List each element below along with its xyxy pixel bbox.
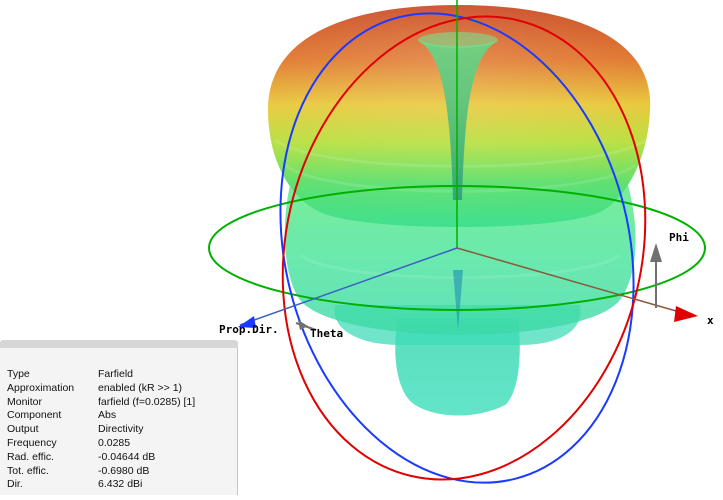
property-value: Abs [98, 409, 117, 422]
property-row: Output Directivity [7, 423, 195, 437]
property-row: Dir. 6.432 dBi [7, 478, 195, 492]
farfield-info-panel: Type Farfield Approximation enabled (kR … [0, 340, 238, 495]
info-panel-tab [0, 340, 238, 348]
farfield-properties-table: Type Farfield Approximation enabled (kR … [7, 368, 195, 492]
property-value: 0.0285 [98, 436, 131, 449]
property-name: Dir. [7, 478, 23, 491]
property-value: 6.432 dBi [98, 478, 143, 491]
theta-label: Theta [310, 327, 344, 340]
property-value: -0.6980 dB [98, 464, 150, 477]
theta-arrowhead [298, 320, 308, 330]
property-name: Monitor [7, 395, 43, 408]
property-row: Rad. effic. -0.04644 dB [7, 451, 195, 465]
property-name: Tot. effic. [7, 464, 49, 477]
property-name: Frequency [7, 436, 57, 449]
property-row: Frequency 0.0285 [7, 437, 195, 451]
property-name: Type [7, 368, 30, 380]
property-name: Output [7, 423, 39, 436]
property-row: Type Farfield [7, 368, 195, 382]
property-value: farfield (f=0.0285) [1] [98, 395, 196, 408]
property-row: Approximation enabled (kR >> 1) [7, 382, 195, 396]
property-value: Directivity [98, 423, 144, 436]
x-axis-label: x [707, 314, 714, 327]
property-name: Rad. effic. [7, 450, 55, 463]
property-value: -0.04644 dB [98, 450, 156, 463]
property-value: Farfield [98, 368, 134, 380]
phi-label: Phi [669, 231, 689, 244]
x-axis-arrowhead [674, 306, 698, 322]
property-name: Approximation [7, 381, 75, 394]
property-value: enabled (kR >> 1) [98, 381, 183, 394]
property-row: Tot. effic. -0.6980 dB [7, 465, 195, 479]
phi-arrowhead [650, 243, 662, 262]
property-row: Monitor farfield (f=0.0285) [1] [7, 396, 195, 410]
property-name: Component [7, 409, 62, 422]
prop-dir-label: Prop.Dir. [219, 323, 279, 336]
property-row: Component Abs [7, 409, 195, 423]
